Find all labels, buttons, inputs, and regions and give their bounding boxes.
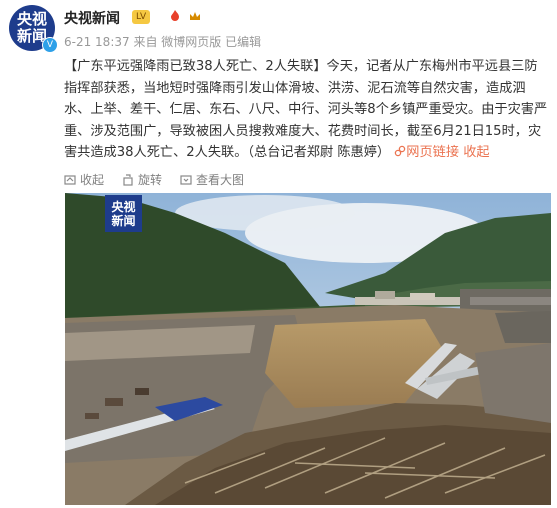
cctv-news-logo: 央视 新闻 — [105, 195, 142, 232]
post-title: 【广东平远强降雨已致38人死亡、2人失联】 — [64, 59, 327, 74]
web-link-label: 网页链接 — [406, 145, 460, 161]
fire-icon — [168, 9, 182, 23]
logo-line1: 央视 — [111, 199, 136, 214]
logo-line2: 新闻 — [111, 213, 136, 228]
level-badge: LV — [132, 10, 151, 24]
collapse-icon — [64, 174, 76, 185]
web-link[interactable]: 网页链接 — [394, 145, 463, 160]
favorite-button[interactable]: 收起 — [64, 171, 104, 188]
image-actions: 收起 旋转 查看大图 — [64, 171, 244, 188]
rotate-icon — [123, 173, 133, 186]
view-large-label: 查看大图 — [196, 173, 245, 187]
rotate-label: 旋转 — [138, 173, 163, 187]
post-meta: 6-21 18:37 来自 微博网页版 已编辑 — [64, 35, 262, 49]
favorite-label: 收起 — [80, 173, 105, 187]
link-icon — [395, 146, 406, 157]
rotate-button[interactable]: 旋转 — [122, 171, 162, 188]
post-text: 【广东平远强降雨已致38人死亡、2人失联】今天，记者从广东梅州市平远县三防指挥部… — [64, 56, 550, 164]
author-name[interactable]: 央视新闻 — [64, 8, 120, 28]
view-large-button[interactable]: 查看大图 — [180, 171, 244, 188]
avatar-text-line1: 央视 — [16, 10, 47, 28]
zoom-icon — [180, 174, 192, 185]
post-photo[interactable] — [65, 193, 551, 505]
crown-icon — [188, 9, 202, 23]
verified-badge-icon: V — [42, 37, 58, 53]
collapse-link[interactable]: 收起 — [463, 145, 489, 160]
